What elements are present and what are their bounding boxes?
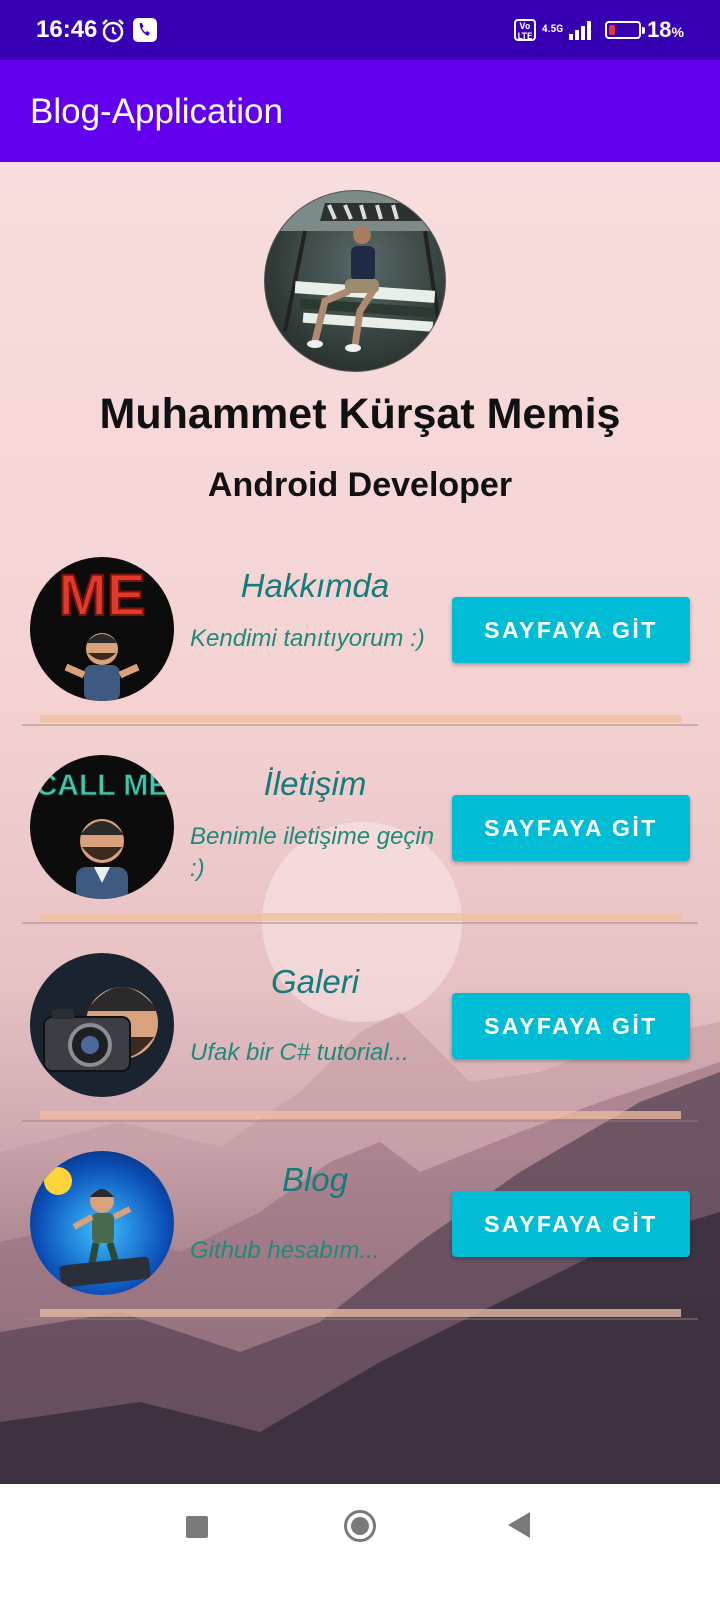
- card-separator-bar: [40, 1111, 681, 1119]
- card-separator-bar: [40, 913, 681, 921]
- home-icon[interactable]: [344, 1510, 376, 1542]
- alarm-icon: [102, 19, 124, 43]
- card-description: Github hesabım...: [190, 1237, 380, 1264]
- profile-name: Muhammet Kürşat Memiş: [99, 390, 621, 438]
- card-divider: [22, 1120, 698, 1122]
- card-avatar-me: ME: [30, 557, 174, 701]
- profile-role: Android Developer: [207, 466, 513, 504]
- app-title: Blog-Application: [30, 92, 283, 131]
- card-divider: [22, 1318, 698, 1320]
- recent-apps-icon[interactable]: [186, 1516, 208, 1538]
- volte-icon: Vo LTE: [513, 19, 536, 42]
- card-title: Blog: [281, 1161, 349, 1198]
- profile-photo: [264, 190, 446, 372]
- card-title: Galeri: [270, 963, 360, 1000]
- main-content[interactable]: Muhammet Kürşat Memiş Android Developer …: [0, 162, 720, 1484]
- card-separator-bar: [40, 1309, 681, 1317]
- card-title: Hakkımda: [240, 567, 390, 604]
- status-bar: 16:46 Vo LTE 4.5G 18%: [0, 0, 720, 60]
- go-to-page-button[interactable]: SAYFAYA GİT: [452, 597, 690, 663]
- card-avatar-blog: [30, 1151, 174, 1295]
- card-avatar-camera: [30, 953, 174, 1097]
- card-separator-bar: [40, 715, 681, 723]
- card-description: Ufak bir C# tutorial...: [190, 1039, 409, 1066]
- card-galeri: Galeri Ufak bir C# tutorial... SAYFAYA G…: [0, 953, 720, 1151]
- go-to-page-button[interactable]: SAYFAYA GİT: [452, 795, 690, 861]
- svg-text:ME: ME: [59, 563, 146, 628]
- card-title: İletişim: [263, 765, 367, 802]
- network-type: 4.5G: [541, 24, 564, 35]
- card-divider: [22, 724, 698, 726]
- card-divider: [22, 922, 698, 924]
- call-notification-icon: [133, 18, 157, 42]
- go-to-page-button[interactable]: SAYFAYA GİT: [452, 1191, 690, 1257]
- card-avatar-callme: CALL ME: [30, 755, 174, 899]
- signal-icon: [569, 20, 592, 40]
- card-hakkimda: ME Hakkımda Kendimi tanıtıyorum :) SAYFA…: [0, 557, 720, 755]
- card-blog: Blog Github hesabım... SAYFAYA GİT: [0, 1151, 720, 1349]
- card-iletisim: CALL ME İletişim Benimle iletişime geçin…: [0, 755, 720, 953]
- app-bar: Blog-Application: [0, 60, 720, 162]
- go-to-page-button[interactable]: SAYFAYA GİT: [452, 993, 690, 1059]
- svg-text:CALL ME: CALL ME: [36, 769, 169, 802]
- battery-icon: [605, 21, 646, 39]
- card-description: Benimle iletişime geçin :): [190, 823, 435, 882]
- battery-percent: 18%: [647, 17, 684, 42]
- card-description: Kendimi tanıtıyorum :): [190, 625, 425, 652]
- system-navigation-bar: [0, 1484, 720, 1600]
- status-indicators: Vo LTE 4.5G 18%: [513, 16, 684, 44]
- back-icon[interactable]: [508, 1512, 530, 1538]
- status-time: 16:46: [36, 16, 98, 43]
